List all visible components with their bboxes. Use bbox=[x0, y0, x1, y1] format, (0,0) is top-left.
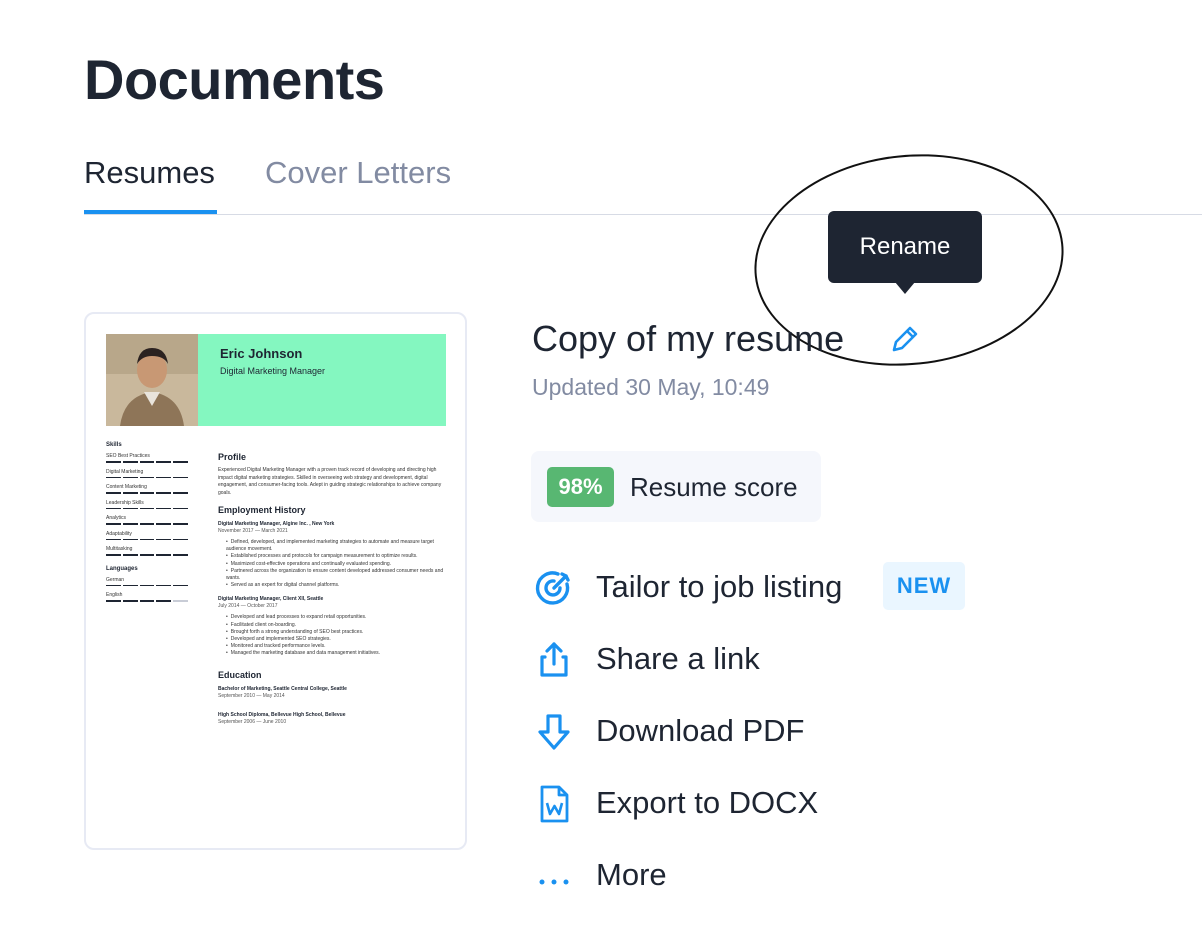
updated-timestamp: Updated 30 May, 10:49 bbox=[532, 374, 770, 400]
list-item: Managed the marketing database and data … bbox=[226, 650, 450, 657]
languages-heading: Languages bbox=[106, 565, 138, 572]
skill-item: Multitasking bbox=[106, 546, 133, 552]
resume-name: Eric Johnson bbox=[220, 346, 303, 361]
skill-item: Leadership Skills bbox=[106, 499, 144, 506]
score-badge: 98% bbox=[547, 467, 614, 507]
skill-level-bar bbox=[106, 476, 188, 478]
rename-tooltip: Rename bbox=[828, 211, 982, 283]
tab-cover-letters[interactable]: Cover Letters bbox=[265, 150, 451, 214]
employment-heading: Employment History bbox=[218, 505, 306, 515]
tooltip-arrow bbox=[895, 282, 915, 294]
skill-item: Adaptability bbox=[106, 530, 132, 537]
skill-level-bar bbox=[106, 554, 188, 556]
target-icon bbox=[534, 568, 574, 608]
tab-resumes[interactable]: Resumes bbox=[84, 150, 217, 214]
profile-photo bbox=[106, 334, 198, 426]
resume-main: Profile Experienced Digital Marketing Ma… bbox=[218, 452, 450, 730]
skill-item: Digital Marketing bbox=[106, 468, 144, 475]
more-dots-icon bbox=[534, 856, 574, 896]
education-title: High School Diploma, Bellevue High Schoo… bbox=[218, 711, 346, 718]
skill-item: Analytics bbox=[106, 515, 127, 521]
resume-role: Digital Marketing Manager bbox=[220, 366, 326, 376]
education-dates: September 2006 — June 2010 bbox=[218, 718, 287, 725]
list-item: Facilitated client on-boarding. bbox=[226, 622, 450, 629]
resume-thumbnail[interactable]: Eric Johnson Digital Marketing Manager S… bbox=[84, 312, 467, 850]
download-icon bbox=[534, 712, 574, 752]
education-title: Bachelor of Marketing, Seattle Central C… bbox=[218, 685, 347, 692]
job-title: Digital Marketing Manager, Algine Inc. ,… bbox=[218, 521, 335, 527]
export-docx-button[interactable]: Export to DOCX bbox=[534, 777, 974, 827]
job-dates: July 2014 — October 2017 bbox=[218, 603, 278, 610]
docx-icon bbox=[534, 784, 574, 824]
education-heading: Education bbox=[218, 669, 262, 680]
more-button[interactable]: More bbox=[534, 849, 974, 899]
job-dates: November 2017 — March 2021 bbox=[218, 528, 288, 534]
export-label: Export to DOCX bbox=[596, 785, 819, 820]
download-pdf-button[interactable]: Download PDF bbox=[534, 705, 974, 755]
pencil-icon[interactable] bbox=[888, 322, 922, 356]
list-item: Maximized cost-effective operations and … bbox=[226, 561, 450, 568]
tailor-to-job-button[interactable]: Tailor to job listing NEW bbox=[534, 561, 974, 611]
resume-score-button[interactable]: 98% Resume score bbox=[531, 451, 821, 522]
language-level-bar bbox=[106, 584, 188, 586]
list-item: Served as an expert for digital channel … bbox=[226, 582, 450, 589]
page-title: Documents bbox=[84, 48, 385, 111]
document-tabs: Resumes Cover Letters bbox=[84, 150, 1202, 215]
list-item: Defined, developed, and implemented mark… bbox=[226, 539, 450, 553]
list-item: Monitored and tracked performance levels… bbox=[226, 643, 450, 650]
skill-level-bar bbox=[106, 507, 188, 509]
more-label: More bbox=[596, 857, 667, 892]
profile-heading: Profile bbox=[218, 452, 247, 462]
skill-item: SEO Best Practices bbox=[106, 453, 150, 459]
score-label: Resume score bbox=[630, 472, 798, 502]
profile-text: Experienced Digital Marketing Manager wi… bbox=[218, 467, 442, 496]
skill-level-bar bbox=[106, 461, 188, 463]
list-item: Brought forth a strong understanding of … bbox=[226, 629, 450, 636]
language-item: English bbox=[106, 592, 123, 598]
skill-level-bar bbox=[106, 538, 188, 540]
list-item: Developed and lead processes to expand r… bbox=[226, 614, 450, 621]
list-item: Established processes and protocols for … bbox=[226, 553, 450, 560]
resume-sidebar: Skills SEO Best Practices Digital Market… bbox=[106, 442, 188, 608]
new-badge: NEW bbox=[883, 562, 965, 610]
job-title: Digital Marketing Manager, Client XII, S… bbox=[218, 596, 324, 603]
language-item: German bbox=[106, 576, 125, 583]
job-bullets: Defined, developed, and implemented mark… bbox=[226, 539, 450, 589]
language-level-bar bbox=[106, 600, 188, 602]
list-item: Developed and implemented SEO strategies… bbox=[226, 636, 450, 643]
share-icon bbox=[534, 640, 574, 680]
skill-item: Content Marketing bbox=[106, 484, 147, 490]
download-label: Download PDF bbox=[596, 713, 805, 748]
skills-heading: Skills bbox=[106, 442, 122, 448]
education-dates: September 2010 — May 2014 bbox=[218, 692, 285, 699]
resume-header: Eric Johnson Digital Marketing Manager bbox=[198, 334, 446, 426]
skill-level-bar bbox=[106, 492, 188, 494]
job-bullets: Developed and lead processes to expand r… bbox=[226, 614, 450, 657]
skill-level-bar bbox=[106, 523, 188, 525]
tailor-label: Tailor to job listing bbox=[596, 569, 843, 604]
list-item: Partnered across the organization to ens… bbox=[226, 568, 450, 582]
share-link-button[interactable]: Share a link bbox=[534, 633, 974, 683]
share-label: Share a link bbox=[596, 641, 760, 676]
document-title[interactable]: Copy of my resume bbox=[532, 316, 844, 362]
